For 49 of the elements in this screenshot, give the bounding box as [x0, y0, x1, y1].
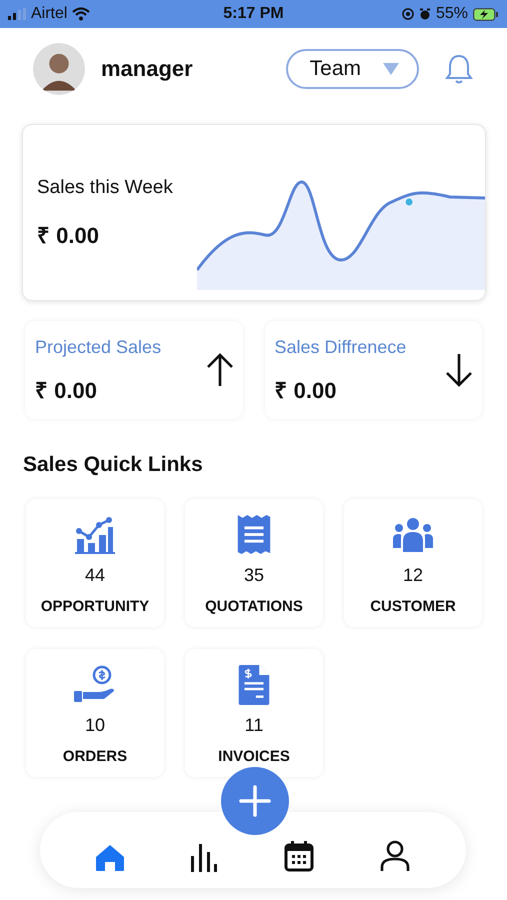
section-title: Sales Quick Links	[23, 453, 204, 477]
carrier-name: Airtel	[31, 5, 68, 23]
calendar-icon	[284, 840, 314, 872]
invoice-icon	[238, 665, 270, 705]
battery-percent: 55%	[436, 5, 468, 23]
person-icon	[379, 840, 412, 872]
link-label: ORDERS	[62, 748, 128, 765]
battery-icon	[473, 8, 499, 20]
username: manager	[101, 56, 194, 82]
plus-icon	[239, 785, 271, 817]
people-icon	[392, 515, 434, 555]
chart-icon	[75, 515, 115, 555]
sales-label: Sales this Week	[37, 176, 174, 198]
stat-amount: ₹ 0.00	[274, 376, 338, 404]
stat-label: Sales Diffrenece	[274, 336, 406, 358]
stat-amount: ₹ 0.00	[35, 376, 98, 404]
nav-tab[interactable]	[379, 840, 412, 872]
alarm-icon	[418, 8, 431, 20]
quick-link-card[interactable]: 10 ORDERS	[26, 649, 164, 777]
notification-bell-icon[interactable]	[445, 53, 473, 85]
count: 10	[84, 715, 106, 736]
link-label: OPPORTUNITY	[40, 598, 150, 615]
nav-tab[interactable]	[190, 842, 218, 872]
avatar	[33, 43, 85, 95]
link-label: CUSTOMER	[370, 598, 456, 615]
count: 44	[84, 565, 106, 586]
count: 11	[244, 715, 264, 736]
quick-link-card[interactable]: 12 CUSTOMER	[344, 499, 482, 627]
bar-chart-icon	[190, 842, 218, 872]
team-dropdown[interactable]: Team	[286, 49, 419, 89]
link-label: QUOTATIONS	[205, 598, 303, 615]
signal-icon	[8, 8, 26, 20]
link-label: INVOICES	[218, 748, 290, 765]
receipt-icon	[237, 515, 271, 555]
count: 35	[244, 565, 264, 586]
count: 12	[402, 565, 424, 586]
wifi-icon	[72, 7, 90, 21]
home-icon	[94, 844, 125, 872]
arrow-down-icon	[444, 352, 474, 388]
sales-amount: ₹ 0.00	[37, 222, 100, 248]
lock-rotation-icon	[402, 8, 414, 20]
arrow-up-icon	[204, 352, 234, 388]
caret-icon	[383, 63, 399, 75]
nav-tab[interactable]	[284, 840, 314, 872]
quick-link-card[interactable]: 35 QUOTATIONS	[185, 499, 323, 627]
quick-link-card[interactable]: 44 OPPORTUNITY	[26, 499, 164, 627]
coin-hand-icon	[74, 665, 116, 705]
clock-time: 5:17 PM	[223, 5, 284, 23]
stat-label: Projected Sales	[35, 336, 162, 358]
